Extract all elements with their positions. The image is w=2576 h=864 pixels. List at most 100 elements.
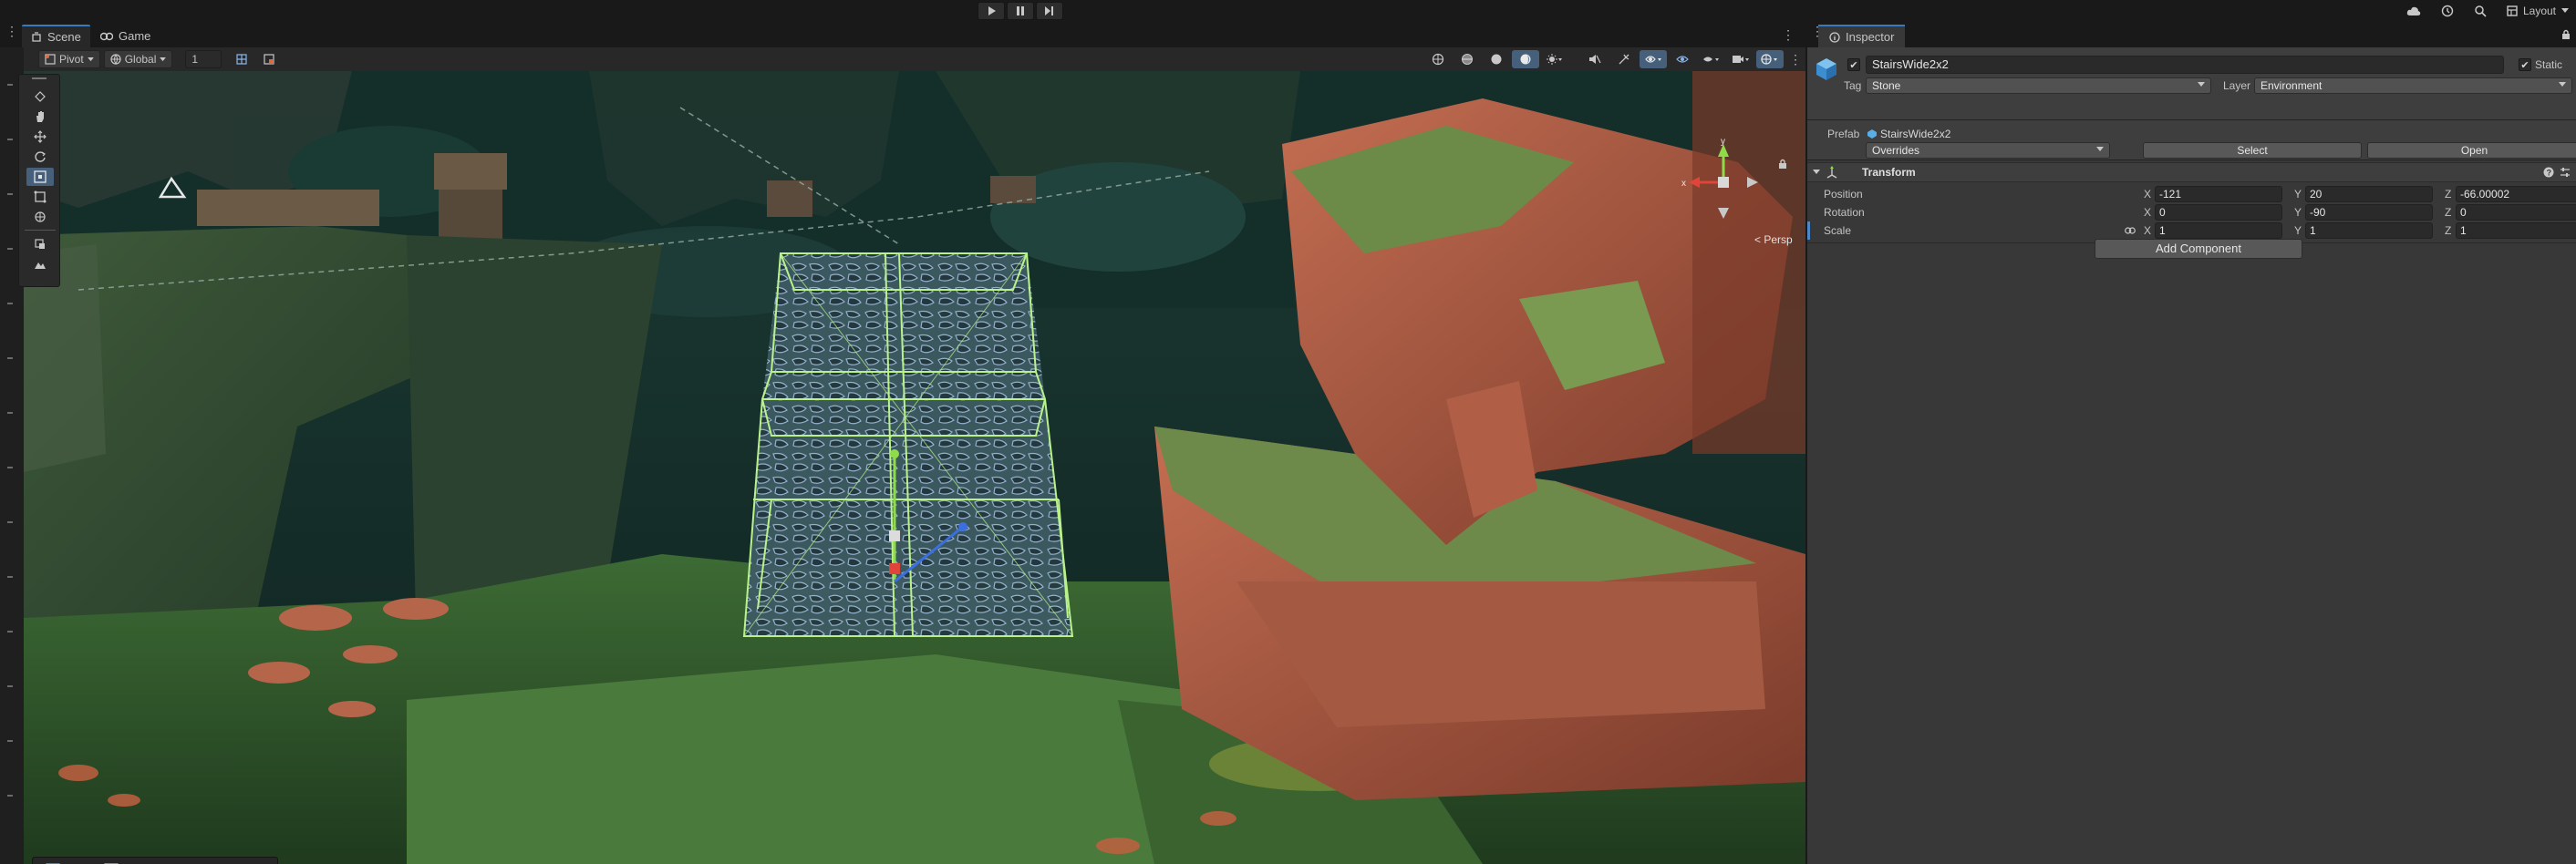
lit-toggle[interactable] bbox=[1512, 50, 1539, 68]
scale-y-field[interactable]: 1 bbox=[2305, 222, 2433, 239]
overlay-tool-2[interactable] bbox=[69, 860, 95, 864]
rotation-label: Rotation bbox=[1824, 206, 1865, 219]
pause-button[interactable] bbox=[1007, 2, 1034, 20]
gizmo-x-label: x bbox=[1681, 179, 1686, 189]
camera-dropdown[interactable] bbox=[1727, 50, 1754, 68]
pivot-label: Pivot bbox=[59, 53, 84, 66]
wireframe-toggle[interactable] bbox=[1424, 50, 1452, 68]
presets-icon[interactable] bbox=[2560, 167, 2571, 178]
move-tool[interactable] bbox=[26, 128, 54, 146]
grid-snap-field[interactable]: 1 bbox=[185, 50, 222, 68]
fx-toggle[interactable] bbox=[1610, 50, 1638, 68]
transform-tool[interactable] bbox=[26, 208, 54, 226]
orientation-gizmo[interactable]: y x bbox=[1678, 135, 1769, 226]
custom-tool[interactable] bbox=[26, 235, 54, 253]
help-icon[interactable]: ? bbox=[2543, 167, 2554, 178]
rect-icon bbox=[34, 190, 47, 203]
rect-tool[interactable] bbox=[26, 188, 54, 206]
position-row: Position X -121 Y 20 Z -66.00002 bbox=[1807, 185, 2576, 203]
scene-viewport[interactable]: y x < Persp bbox=[24, 71, 1805, 864]
visibility-dropdown[interactable] bbox=[1698, 50, 1725, 68]
draw-mode-dropdown[interactable] bbox=[1541, 50, 1568, 68]
axis-z-label: Z bbox=[2445, 224, 2452, 237]
terrain-tool[interactable] bbox=[26, 255, 54, 273]
overlay-tool-7[interactable] bbox=[215, 860, 241, 864]
static-checkbox[interactable]: ✔ bbox=[2519, 58, 2531, 71]
projection-toggle[interactable]: < Persp bbox=[1754, 233, 1793, 246]
audio-toggle[interactable] bbox=[1581, 50, 1609, 68]
lock-icon[interactable] bbox=[2561, 29, 2571, 40]
overlay-tool-5[interactable] bbox=[157, 860, 182, 864]
terrain-icon bbox=[35, 262, 46, 269]
hidden-objects-toggle[interactable] bbox=[1669, 50, 1696, 68]
transform-icon bbox=[1826, 166, 1837, 179]
axis-y-label: Y bbox=[2294, 224, 2302, 237]
foldout-arrow-icon[interactable] bbox=[1813, 170, 1820, 175]
view-tool[interactable] bbox=[26, 87, 54, 106]
static-label: Static bbox=[2535, 58, 2563, 71]
scene-render bbox=[24, 71, 1805, 864]
scale-tool[interactable] bbox=[26, 168, 54, 186]
toolbar-more-icon[interactable]: ⋮ bbox=[1785, 52, 1805, 67]
rotate-tool[interactable] bbox=[26, 148, 54, 166]
overlay-drag-handle[interactable] bbox=[32, 77, 47, 79]
overlay-tool-6[interactable] bbox=[186, 860, 212, 864]
tab-inspector[interactable]: Inspector bbox=[1818, 25, 1906, 47]
lock-icon[interactable] bbox=[1778, 159, 1787, 170]
select-button[interactable]: Select bbox=[2143, 142, 2362, 159]
rotation-x-field[interactable]: 0 bbox=[2155, 204, 2282, 221]
global-dropdown[interactable]: Global bbox=[103, 50, 173, 68]
scene-view-options: ⋮ bbox=[1424, 50, 1805, 68]
rotation-y-field[interactable]: -90 bbox=[2305, 204, 2433, 221]
panel-menu-icon[interactable]: ⋮ bbox=[5, 25, 18, 37]
scale-z-field[interactable]: 1 bbox=[2456, 222, 2576, 239]
scene-icon bbox=[32, 31, 41, 42]
transform-header[interactable]: Transform ? bbox=[1807, 162, 2576, 182]
history-icon[interactable] bbox=[2441, 5, 2454, 17]
chevron-down-icon bbox=[2198, 82, 2205, 87]
link-icon[interactable] bbox=[2125, 226, 2136, 235]
tag-dropdown[interactable]: Stone bbox=[1866, 77, 2211, 94]
svg-text:?: ? bbox=[2547, 169, 2552, 178]
inspector-tab-label: Inspector bbox=[1846, 30, 1895, 44]
layout-dropdown[interactable]: Layout bbox=[2507, 5, 2569, 17]
tab-scene[interactable]: Scene bbox=[22, 25, 90, 47]
scene-visibility-toggle[interactable] bbox=[1640, 50, 1667, 68]
shaded-wire-toggle[interactable] bbox=[1454, 50, 1481, 68]
search-icon[interactable] bbox=[2474, 5, 2487, 17]
prefab-field[interactable]: StairsWide2x2 bbox=[1866, 126, 2573, 142]
position-x-field[interactable]: -121 bbox=[2155, 186, 2282, 202]
prefab-icon bbox=[1867, 129, 1877, 139]
cloud-icon[interactable] bbox=[2406, 5, 2421, 16]
tab-game[interactable]: Game bbox=[91, 25, 160, 47]
overrides-dropdown[interactable]: Overrides bbox=[1866, 142, 2110, 159]
grid-snap-toggle[interactable] bbox=[229, 50, 256, 68]
shaded-toggle[interactable] bbox=[1483, 50, 1510, 68]
scale-x-field[interactable]: 1 bbox=[2155, 222, 2282, 239]
grid-settings-toggle[interactable] bbox=[256, 50, 284, 68]
position-y-field[interactable]: 20 bbox=[2305, 186, 2433, 202]
scene-more-icon[interactable]: ⋮ bbox=[1782, 28, 1795, 41]
tools-overlay bbox=[18, 74, 60, 287]
scene-toolbar: Pivot Global 1 ⋮ bbox=[24, 47, 1805, 71]
layers-eye-icon bbox=[1703, 57, 1719, 62]
play-button[interactable] bbox=[978, 2, 1005, 20]
view-icon bbox=[35, 91, 46, 102]
overlay-tool-4[interactable] bbox=[128, 860, 153, 864]
position-z-field[interactable]: -66.00002 bbox=[2456, 186, 2576, 202]
chevron-down-icon bbox=[2561, 8, 2569, 13]
overlay-tool-8[interactable] bbox=[244, 860, 270, 864]
overlay-tool-3[interactable] bbox=[98, 860, 124, 864]
rotation-z-field[interactable]: 0 bbox=[2456, 204, 2576, 221]
object-name-field[interactable]: StairsWide2x2 bbox=[1866, 56, 2504, 74]
wireframe-globe-icon bbox=[1432, 53, 1444, 66]
add-component-button[interactable]: Add Component bbox=[2095, 239, 2302, 259]
open-button[interactable]: Open bbox=[2367, 142, 2576, 159]
overlay-tool-1[interactable] bbox=[40, 860, 66, 864]
pivot-dropdown[interactable]: Pivot bbox=[38, 50, 100, 68]
hand-tool[interactable] bbox=[26, 108, 54, 126]
step-button[interactable] bbox=[1036, 2, 1063, 20]
layer-dropdown[interactable]: Environment bbox=[2254, 77, 2572, 94]
active-checkbox[interactable]: ✔ bbox=[1847, 58, 1860, 71]
gizmos-dropdown[interactable] bbox=[1756, 50, 1784, 68]
